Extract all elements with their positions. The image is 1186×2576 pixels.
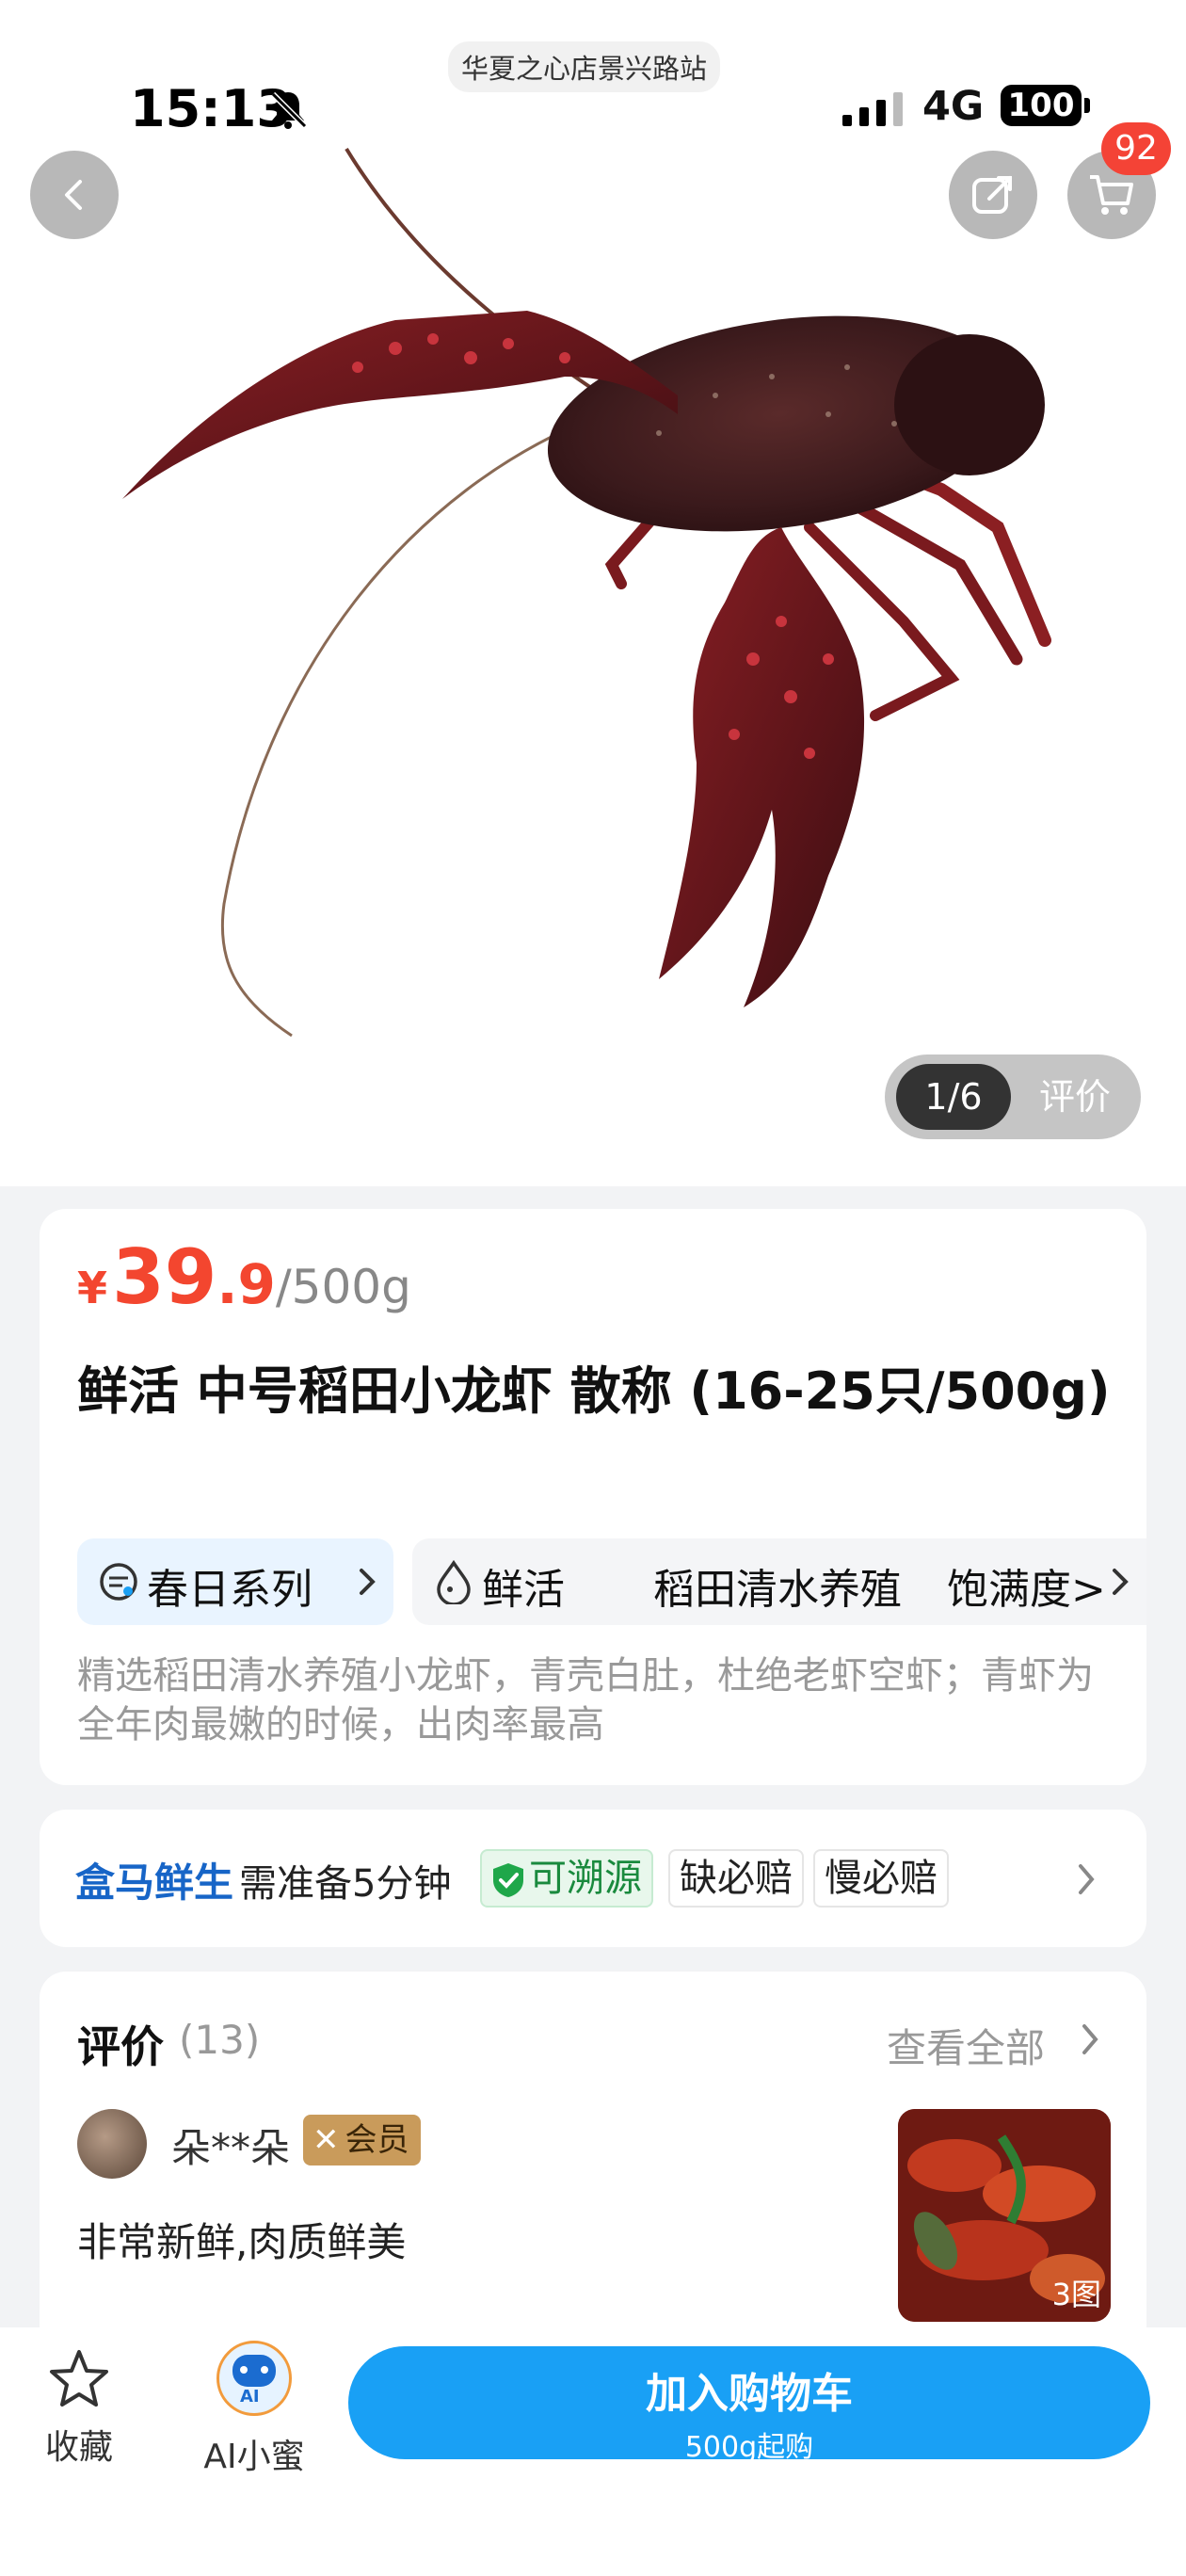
series-tag[interactable]: 春日系列 [77,1538,393,1625]
add-to-cart-label: 加入购物车 [646,2370,853,2418]
gallery-counter[interactable]: 1/6 评价 [885,1055,1141,1139]
member-badge: ✕ 会员 [303,2115,421,2165]
reviews-count: (13) [179,2017,261,2063]
share-button[interactable] [949,151,1037,239]
product-title: 鲜活 中号稻田小龙虾 散称 (16-25只/500g) [77,1361,1111,1421]
avatar [77,2109,147,2179]
series-label: 春日系列 [147,1566,313,1614]
product-info-card: ¥ 39.9/500g 鲜活 中号稻田小龙虾 散称 (16-25只/500g) … [40,1209,1146,1785]
product-gallery[interactable]: 华夏之心店景兴路站 15:13 4G 100 92 1/6 评价 [0,0,1186,1186]
reviews-title: 评价 [77,2021,164,2072]
price-unit: /500g [275,1260,411,1314]
mute-bell-icon [270,91,308,129]
price-symbol: ¥ [77,1263,108,1313]
ai-badge: AI [240,2387,260,2407]
guarantee-label: 慢必赔 [825,1857,938,1900]
view-all-reviews-link[interactable]: 查看全部 [887,2017,1045,2074]
price-integer: 39 [112,1233,217,1321]
product-description: 精选稻田清水养殖小龙虾，青壳白肚，杜绝老虾空虾；青虾为全年肉最嫩的时候，出肉率最… [77,1654,1094,1747]
photo-count: 3图 [1051,2277,1101,2312]
shield-check-icon [493,1863,523,1897]
series-icon [100,1563,137,1601]
chevron-right-icon [1113,1569,1129,1595]
review-text: 非常新鲜,肉质鲜美 [77,2219,407,2265]
chevron-left-icon [65,180,82,210]
cart-count-badge: 92 [1101,122,1171,175]
ai-assistant-icon: AI [216,2341,292,2416]
chevron-right-icon [360,1569,376,1595]
chevron-right-icon[interactable] [1079,2022,1101,2056]
chevron-right-icon [1079,1864,1095,1894]
ai-label: AI小蜜 [203,2438,305,2476]
battery-indicator: 100 [1001,85,1082,126]
member-x-icon: ✕ [313,2121,340,2159]
brand-label: 盒马鲜生 [75,1860,234,1906]
guarantee-label: 缺必赔 [680,1857,793,1900]
review-user: 朵**朵 [171,2125,291,2171]
bottom-action-bar: 收藏 AI AI小蜜 加入购物车 500g起购 [0,2327,1186,2576]
member-label: 会员 [345,2121,409,2159]
share-icon [972,176,1012,214]
ai-assistant-button[interactable]: AI AI小蜜 [188,2341,320,2482]
guarantee-badge: 慢必赔 [813,1849,949,1908]
traceable-badge: 可溯源 [480,1849,653,1908]
favorite-button[interactable]: 收藏 [32,2346,126,2478]
price: ¥ 39.9/500g [77,1233,411,1321]
gallery-index: 1/6 [896,1064,1011,1130]
attribute-item: 稻田清水养殖 [653,1566,902,1614]
back-button[interactable] [30,151,119,239]
favorite-label: 收藏 [44,2428,113,2467]
network-type: 4G [922,83,985,130]
water-drop-icon [437,1559,471,1604]
store-name-pill[interactable]: 华夏之心店景兴路站 [448,41,721,92]
star-icon [50,2350,108,2407]
attribute-item: 鲜活 [482,1566,565,1614]
gallery-reviews-link[interactable]: 评价 [1039,1055,1111,1139]
signal-icon [842,92,903,126]
add-to-cart-button[interactable]: 加入购物车 500g起购 [348,2346,1150,2464]
guarantee-badge: 缺必赔 [668,1849,804,1908]
attribute-item: 饱满度> [947,1566,1106,1614]
service-row[interactable]: 盒马鲜生 需准备5分钟 可溯源 缺必赔 慢必赔 [40,1810,1146,1947]
traceable-label: 可溯源 [529,1857,642,1900]
attribute-tags[interactable]: 鲜活 稻田清水养殖 饱满度> [412,1538,1146,1625]
battery-tip [1084,98,1090,113]
cart-icon [1090,175,1133,215]
reviews-card: 评价 (13) 查看全部 朵**朵 ✕ 会员 非常新鲜,肉质鲜美 3图 [40,1972,1146,2367]
price-decimal: .9 [216,1252,276,1316]
prep-time: 需准备5分钟 [239,1862,452,1906]
review-photo[interactable]: 3图 [898,2109,1111,2322]
min-purchase-note: 500g起购 [684,2431,814,2464]
